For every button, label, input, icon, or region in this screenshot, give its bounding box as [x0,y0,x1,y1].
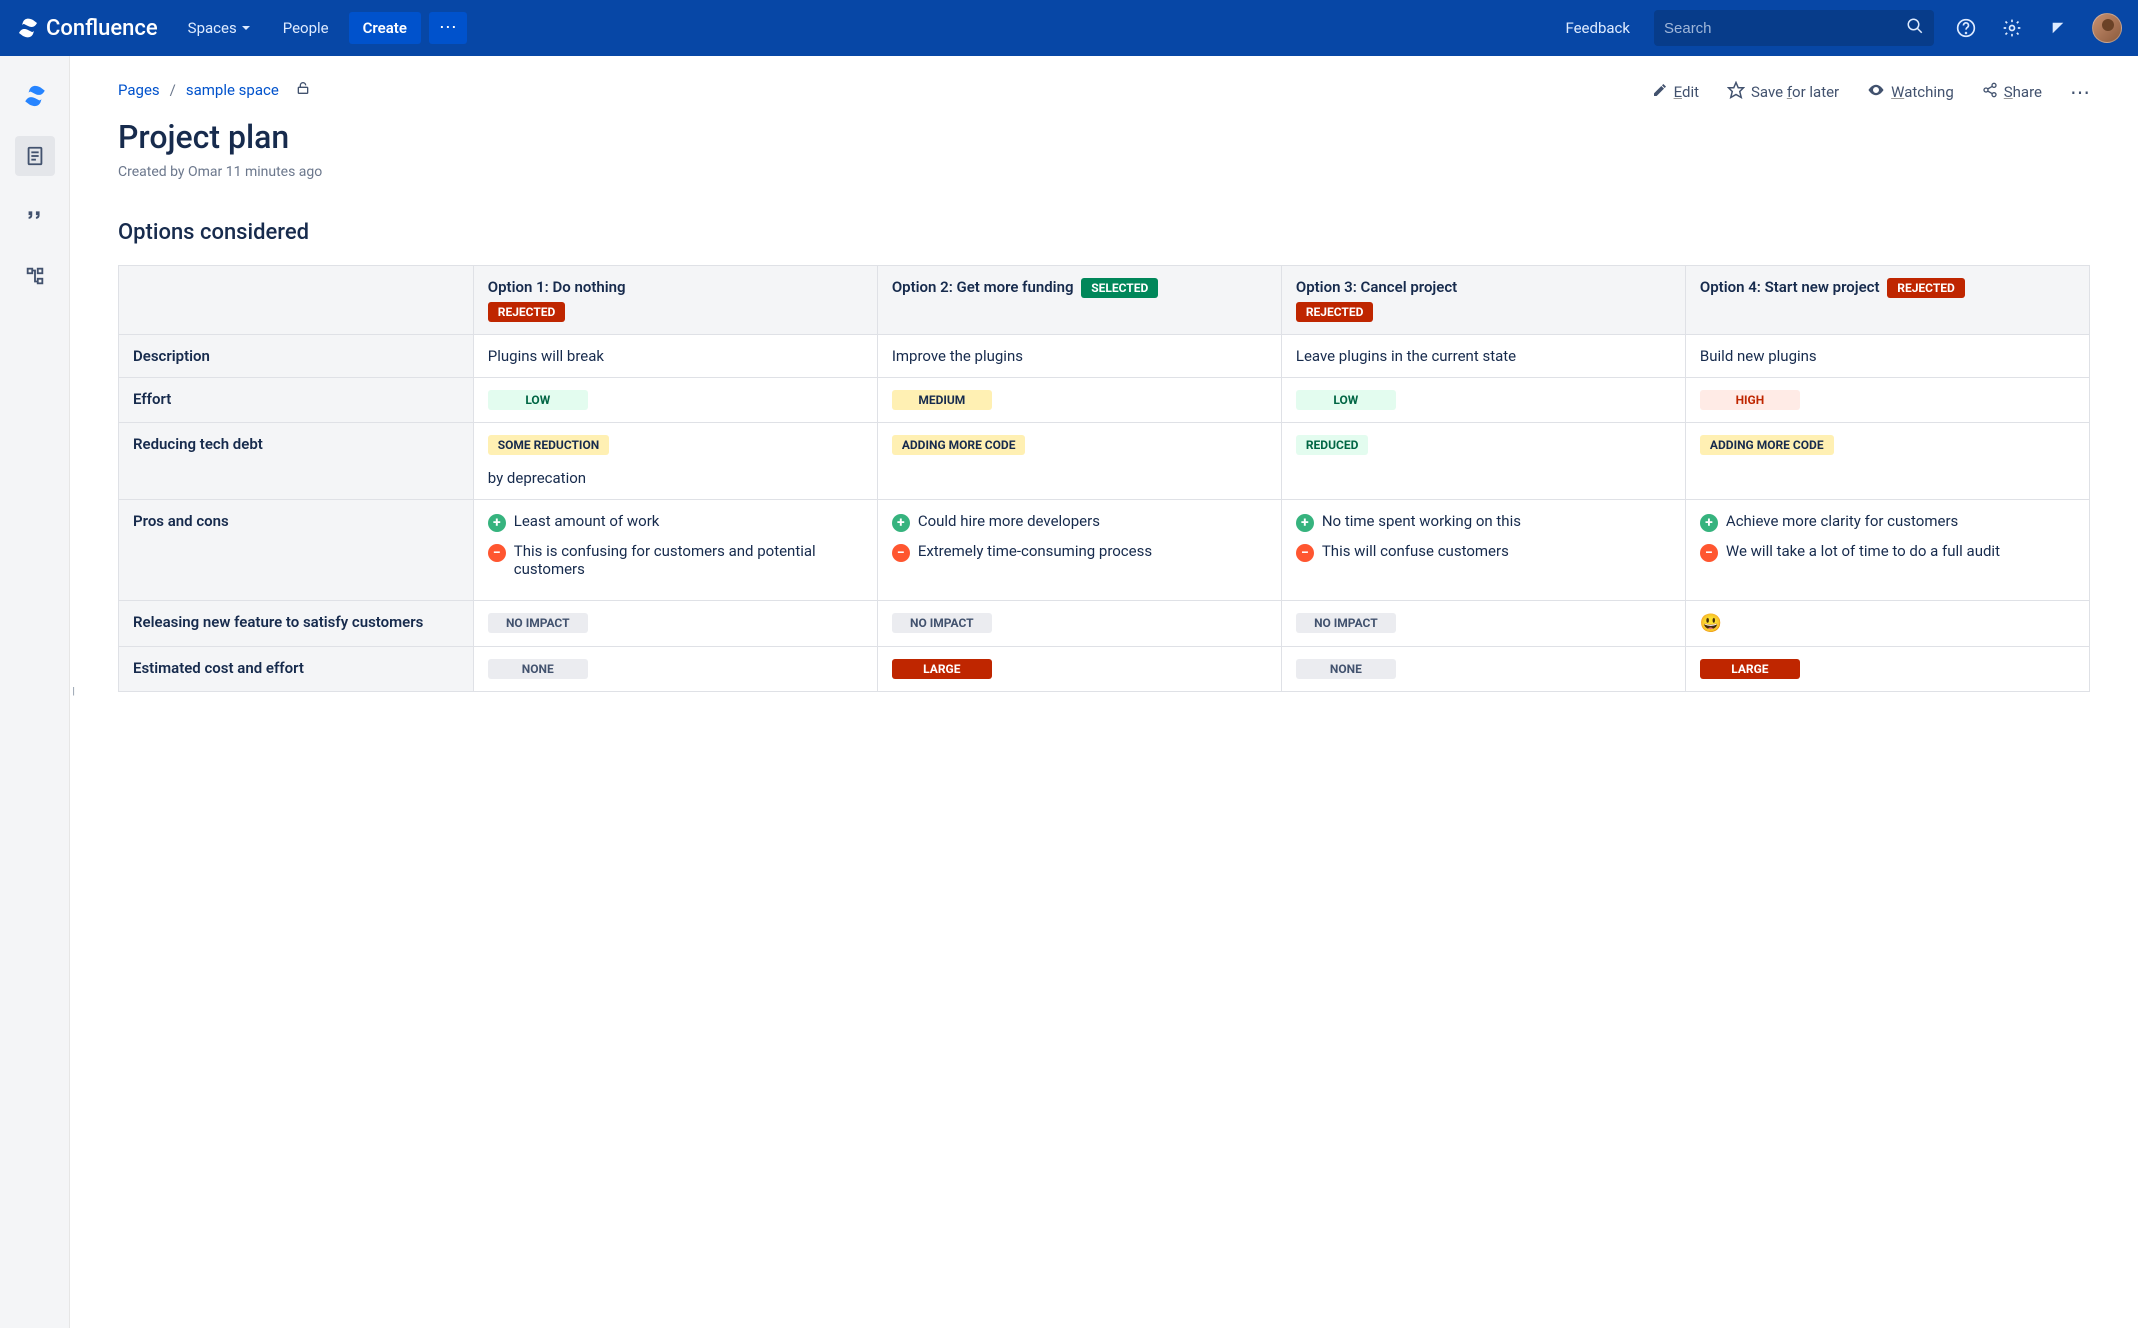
sidebar-resize-handle[interactable]: || [72,687,73,698]
row-effort: Effort LOW MEDIUM LOW HIGH [119,378,2090,423]
row-release: Releasing new feature to satisfy custome… [119,601,2090,647]
breadcrumb-pages[interactable]: Pages [118,81,160,99]
status-badge: REJECTED [488,302,566,322]
top-nav: Confluence Spaces People Create ⋯ Feedba… [0,0,2138,56]
row-description: Description Plugins will break Improve t… [119,335,2090,378]
table-corner [119,266,474,335]
sidebar-confluence-icon[interactable] [15,76,55,116]
more-actions[interactable]: ⋯ [2070,80,2090,104]
plus-icon: + [488,514,506,532]
row-cost: Estimated cost and effort NONE LARGE NON… [119,647,2090,692]
plus-icon: + [1296,514,1314,532]
chevron-down-icon [241,19,251,37]
sidebar-quote-icon[interactable] [15,196,55,236]
edit-action[interactable]: Edit [1652,82,1699,102]
techdebt-badge: REDUCED [1296,435,1369,455]
plus-icon: + [1700,514,1718,532]
share-action[interactable]: Share [1982,82,2042,102]
cost-badge: LARGE [1700,659,1800,679]
page-byline: Created by Omar 11 minutes ago [118,164,2090,180]
effort-badge: HIGH [1700,390,1800,410]
techdebt-badge: ADDING MORE CODE [1700,435,1834,455]
status-badge: REJECTED [1296,302,1374,322]
row-techdebt: Reducing tech debt SOME REDUCTION by dep… [119,423,2090,500]
techdebt-badge: ADDING MORE CODE [892,435,1026,455]
confluence-icon [16,16,40,40]
page-title: Project plan [118,118,2090,156]
create-button[interactable]: Create [349,12,421,44]
status-badge: SELECTED [1081,278,1158,298]
product-name: Confluence [46,16,158,41]
create-more-button[interactable]: ⋯ [429,12,467,44]
minus-icon: − [488,544,506,562]
page-actions: Edit Save for later Watching [1652,80,2090,104]
minus-icon: − [1296,544,1314,562]
search-box[interactable] [1654,10,1934,46]
minus-icon: − [1700,544,1718,562]
search-input[interactable] [1664,20,1906,37]
watching-action[interactable]: Watching [1867,81,1954,103]
option-4-header: Option 4: Start new project REJECTED [1685,266,2089,335]
row-proscons: Pros and cons +Least amount of work −Thi… [119,500,2090,601]
eye-icon [1867,81,1885,103]
sidebar-tree-icon[interactable] [15,256,55,296]
option-3-header: Option 3: Cancel project REJECTED [1281,266,1685,335]
settings-icon[interactable] [1998,14,2026,42]
option-2-header: Option 2: Get more funding SELECTED [877,266,1281,335]
plus-icon: + [892,514,910,532]
feedback-link[interactable]: Feedback [1549,19,1646,37]
breadcrumb-space[interactable]: sample space [186,81,279,99]
share-icon [1982,82,1998,102]
breadcrumb-separator: / [170,81,176,99]
help-icon[interactable] [1952,14,1980,42]
confluence-logo[interactable]: Confluence [16,16,168,41]
effort-badge: LOW [1296,390,1396,410]
sidebar-pages-icon[interactable] [15,136,55,176]
breadcrumbs: Pages / sample space [118,80,311,100]
pencil-icon [1652,82,1668,102]
main-content: Pages / sample space Edit [70,56,2138,1328]
star-icon [1727,81,1745,103]
left-sidebar: || [0,56,70,1328]
cost-badge: LARGE [892,659,992,679]
search-icon[interactable] [1906,17,1924,39]
smile-emoji: 😃 [1700,613,1722,634]
minus-icon: − [892,544,910,562]
notifications-icon[interactable] [2044,14,2072,42]
impact-badge: NO IMPACT [1296,613,1396,633]
status-badge: REJECTED [1887,278,1965,298]
techdebt-badge: SOME REDUCTION [488,435,609,455]
user-avatar[interactable] [2092,13,2122,43]
restrictions-icon[interactable] [295,80,311,100]
nav-spaces[interactable]: Spaces [176,13,263,43]
impact-badge: NO IMPACT [892,613,992,633]
cost-badge: NONE [1296,659,1396,679]
save-later-action[interactable]: Save for later [1727,81,1839,103]
impact-badge: NO IMPACT [488,613,588,633]
cost-badge: NONE [488,659,588,679]
effort-badge: LOW [488,390,588,410]
option-1-header: Option 1: Do nothing REJECTED [473,266,877,335]
effort-badge: MEDIUM [892,390,992,410]
options-table: Option 1: Do nothing REJECTED Option 2: … [118,265,2090,692]
section-heading: Options considered [118,220,2090,245]
nav-people[interactable]: People [271,13,341,43]
